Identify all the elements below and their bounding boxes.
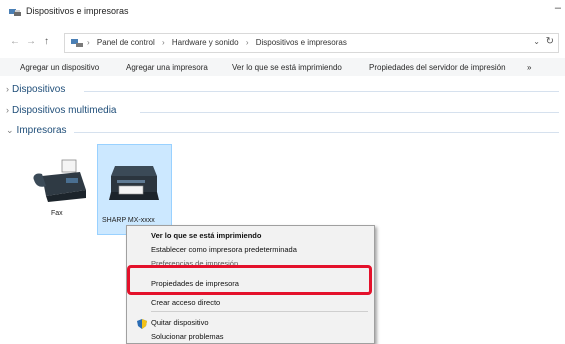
section-impresoras[interactable]: ⌄ Impresoras: [6, 125, 67, 136]
divider: [74, 132, 559, 133]
section-label: Dispositivos: [12, 84, 66, 95]
chevron-down-icon: ⌄: [6, 125, 14, 135]
menu-item-set-default[interactable]: Establecer como impresora predeterminada: [151, 245, 297, 254]
more-commands-button[interactable]: »: [527, 63, 531, 72]
menu-item-create-shortcut[interactable]: Crear acceso directo: [151, 298, 220, 307]
section-label: Dispositivos multimedia: [12, 105, 117, 116]
divider: [140, 112, 559, 113]
back-button[interactable]: ←: [10, 36, 20, 47]
breadcrumb-separator: ›: [245, 38, 249, 47]
see-printing-button[interactable]: Ver lo que se está imprimiendo: [232, 63, 342, 72]
minimize-button[interactable]: –: [555, 2, 561, 14]
device-fax[interactable]: Fax: [28, 158, 98, 228]
add-printer-button[interactable]: Agregar una impresora: [126, 63, 208, 72]
up-button[interactable]: ↑: [44, 36, 49, 47]
address-bar-row: ← → ↑ › Panel de control › Hardware y so…: [0, 33, 565, 53]
fax-icon: [33, 159, 86, 202]
menu-item-troubleshoot[interactable]: Solucionar problemas: [151, 332, 224, 341]
command-bar: Agregar un dispositivo Agregar una impre…: [0, 58, 565, 76]
menu-separator: [151, 311, 368, 312]
window-title: Dispositivos e impresoras: [26, 6, 129, 16]
menu-item-remove-device[interactable]: Quitar dispositivo: [151, 318, 209, 327]
section-dispositivos[interactable]: › Dispositivos: [6, 84, 65, 95]
chevron-right-icon: ›: [6, 84, 9, 94]
address-dropdown-icon[interactable]: ⌄: [533, 37, 540, 46]
devices-printers-icon: [9, 9, 21, 16]
device-sharp-printer[interactable]: SHARP MX-xxxx: [100, 152, 170, 228]
section-multimedia[interactable]: › Dispositivos multimedia: [6, 105, 116, 116]
breadcrumb-separator: ›: [87, 38, 90, 47]
title-bar: Dispositivos e impresoras –: [0, 0, 565, 24]
refresh-icon[interactable]: ↻: [546, 36, 554, 47]
section-label: Impresoras: [16, 125, 67, 136]
breadcrumb: › Panel de control › Hardware y sonido ›…: [87, 38, 347, 47]
print-server-properties-button[interactable]: Propiedades del servidor de impresión: [369, 63, 506, 72]
menu-item-see-printing[interactable]: Ver lo que se está imprimiendo: [151, 231, 261, 240]
address-box[interactable]: › Panel de control › Hardware y sonido ›…: [64, 33, 559, 53]
shield-icon: [137, 319, 147, 329]
breadcrumb-item[interactable]: Dispositivos e impresoras: [256, 38, 347, 47]
add-device-button[interactable]: Agregar un dispositivo: [20, 63, 99, 72]
divider: [84, 91, 559, 92]
breadcrumb-separator: ›: [161, 38, 165, 47]
device-label: Fax: [51, 210, 63, 217]
control-panel-icon: [71, 39, 83, 47]
breadcrumb-item[interactable]: Panel de control: [97, 38, 155, 47]
forward-button[interactable]: →: [26, 36, 36, 47]
device-label: SHARP MX-xxxx: [102, 217, 155, 224]
printer-icon: [109, 166, 159, 200]
chevron-right-icon: ›: [6, 105, 9, 115]
annotation-highlight-box: [127, 265, 372, 295]
breadcrumb-item[interactable]: Hardware y sonido: [172, 38, 239, 47]
